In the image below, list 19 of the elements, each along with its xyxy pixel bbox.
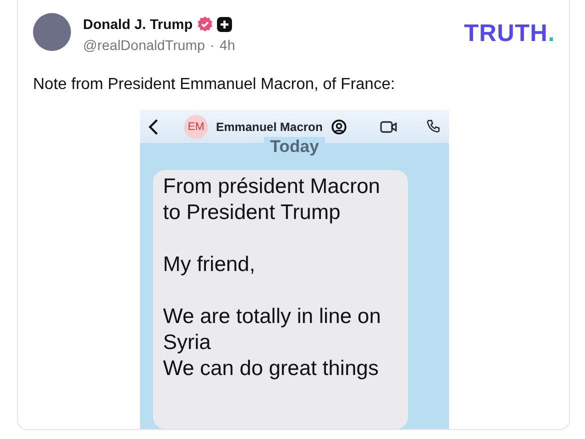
user-handle[interactable]: @realDonaldTrump [83,37,205,53]
contact-name: Emmanuel Macron [216,120,323,134]
message-text: My friend, [163,252,256,278]
brand-logo[interactable]: TRUTH. [464,20,555,48]
message-text: We are totally in line on Syria We can do great things [163,304,382,382]
message-text: From président Macron to President Trump [163,174,382,226]
video-camera-icon [380,120,398,132]
back-chevron-icon [148,118,160,134]
contact-initials: EM [184,114,208,138]
plus-badge-icon [216,16,232,32]
phone-icon [426,119,441,134]
date-label: Today [264,137,325,157]
post-text: Note from President Emmanuel Macron, of France: [33,76,396,94]
message-screenshot[interactable]: EM Emmanuel Macron Today From président Macron to President Trump My friend, We are totally in line on Syria We can do great things [140,110,449,429]
avatar[interactable] [33,13,71,51]
post-time[interactable]: 4h [220,37,236,53]
person-circle-icon [330,118,347,134]
separator-dot: · [210,37,215,53]
author-name[interactable]: Donald J. Trump [83,16,193,32]
